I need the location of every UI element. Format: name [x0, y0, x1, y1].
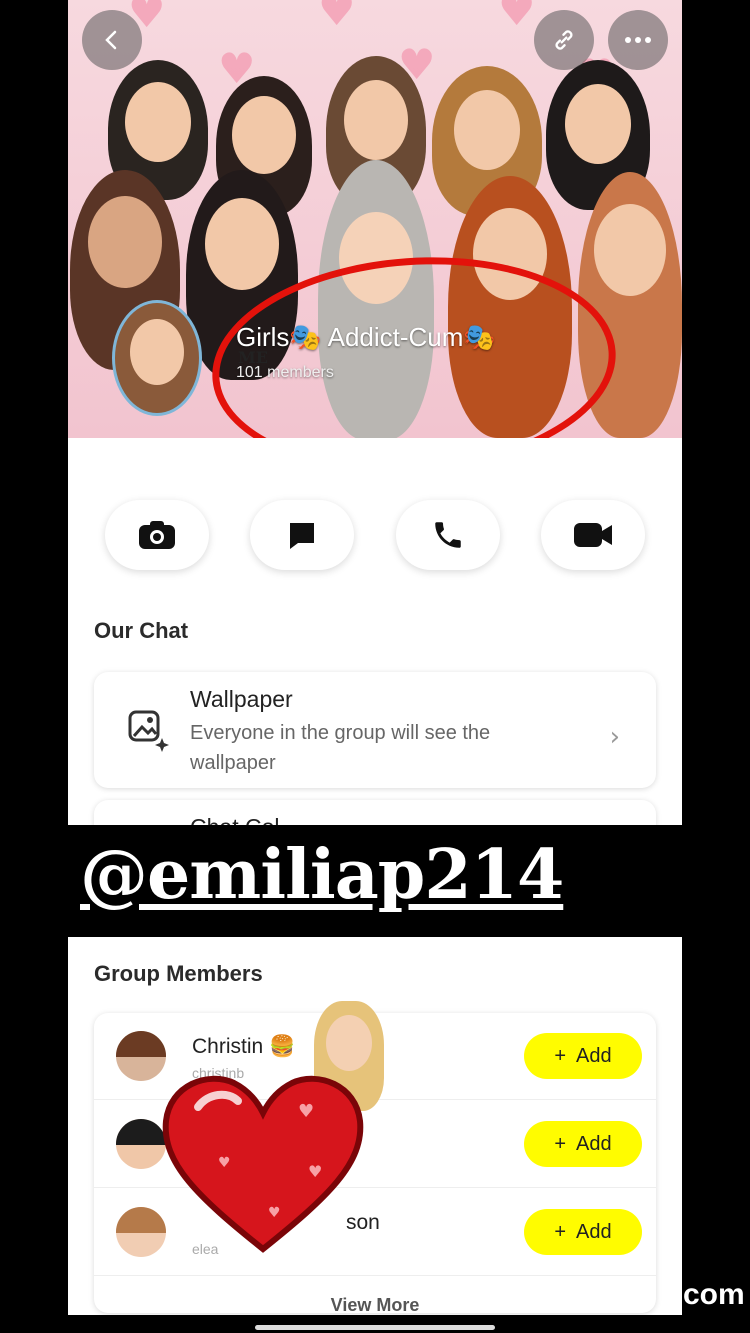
group-members-section: Group Members Christin 🍔 christinb + Add…: [68, 937, 682, 1315]
view-more-link[interactable]: View More: [68, 1295, 682, 1315]
add-friend-button[interactable]: + Add: [524, 1033, 642, 1079]
group-profile-top: ♥ ♥ ♥ ♥ ♥ ♥ ME Girls🎭 Addict-Cum🎭 101 me…: [68, 0, 682, 825]
watermark-handle: @emiliap214: [80, 835, 564, 915]
chat-button[interactable]: [250, 500, 355, 570]
link-icon: [555, 30, 573, 50]
partial-setting-label: Chat Col: [190, 814, 279, 825]
chevron-left-icon: [105, 30, 117, 50]
wallpaper-icon: [128, 710, 169, 752]
group-banner: ♥ ♥ ♥ ♥ ♥ ♥ ME Girls🎭 Addict-Cum🎭 101 me…: [68, 0, 682, 438]
more-options-button[interactable]: [608, 10, 668, 70]
wallpaper-title: Wallpaper: [190, 686, 293, 712]
heart-decoration-icon: ♥: [498, 0, 536, 35]
member-name: Christin 🍔: [192, 1035, 296, 1058]
share-link-button[interactable]: [534, 10, 594, 70]
plus-icon: +: [554, 1044, 567, 1067]
chat-icon: [290, 523, 315, 549]
more-dots-icon: [625, 37, 651, 43]
svg-text:♥: ♥: [218, 1155, 231, 1171]
heart-sticker-icon: ♥ ♥ ♥ ♥: [162, 1075, 364, 1253]
bitmoji-avatar: [112, 300, 202, 416]
video-call-button[interactable]: [540, 500, 645, 570]
wallpaper-setting[interactable]: Wallpaper Everyone in the group will see…: [94, 672, 656, 788]
our-chat-heading: Our Chat: [94, 618, 189, 643]
chevron-right-icon: ›: [609, 722, 620, 752]
add-friend-button[interactable]: + Add: [524, 1209, 642, 1255]
back-button[interactable]: [82, 10, 142, 70]
plus-icon: +: [554, 1132, 567, 1155]
wallpaper-description: Everyone in the group will see the wallp…: [190, 722, 491, 774]
action-buttons: [105, 500, 645, 570]
add-label: Add: [576, 1220, 612, 1243]
add-label: Add: [576, 1044, 612, 1067]
home-indicator[interactable]: [255, 1325, 495, 1330]
video-icon: [573, 523, 612, 547]
chat-setting-partial[interactable]: Chat Col: [94, 800, 656, 825]
phone-icon: [434, 522, 461, 548]
svg-text:♥: ♥: [268, 1205, 281, 1221]
add-friend-button[interactable]: + Add: [524, 1121, 642, 1167]
corner-watermark-text: com: [683, 1278, 745, 1311]
svg-text:♥: ♥: [298, 1101, 314, 1122]
group-members-heading: Group Members: [94, 961, 263, 986]
camera-icon: [139, 521, 175, 549]
plus-icon: +: [554, 1220, 567, 1243]
heart-decoration-icon: ♥: [318, 0, 356, 35]
call-button[interactable]: [395, 500, 500, 570]
svg-text:♥: ♥: [308, 1162, 322, 1181]
camera-button[interactable]: [105, 500, 209, 570]
add-label: Add: [576, 1132, 612, 1155]
